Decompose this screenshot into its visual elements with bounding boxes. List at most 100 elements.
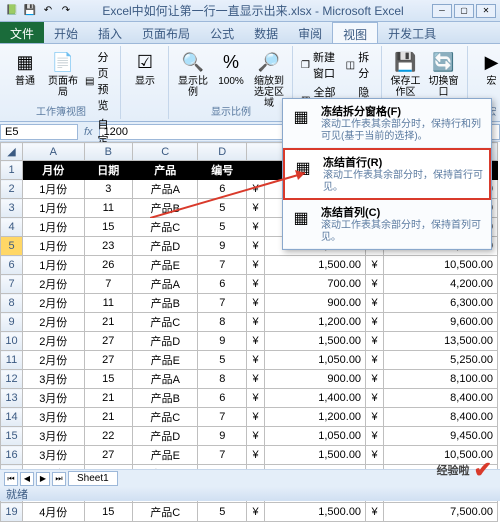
cell[interactable]: 7 [198, 446, 247, 465]
cell[interactable]: ¥ [247, 218, 265, 237]
cell[interactable]: ¥ [247, 199, 265, 218]
cell[interactable]: 21 [84, 408, 133, 427]
cell[interactable]: 27 [84, 351, 133, 370]
cell[interactable]: 5 [198, 351, 247, 370]
cell[interactable]: 2月份 [23, 313, 85, 332]
cell[interactable]: 3月份 [23, 446, 85, 465]
cell[interactable]: 8 [198, 370, 247, 389]
cell[interactable]: ¥ [366, 446, 384, 465]
redo-icon[interactable]: ↷ [58, 3, 74, 19]
cell[interactable]: ¥ [247, 370, 265, 389]
tab-layout[interactable]: 页面布局 [132, 22, 200, 43]
row-header[interactable]: 4 [1, 218, 23, 237]
cell[interactable]: ¥ [366, 256, 384, 275]
cell[interactable]: 10,500.00 [384, 256, 498, 275]
cell[interactable]: 22 [84, 427, 133, 446]
cell[interactable]: 3月份 [23, 427, 85, 446]
cell[interactable]: 13,500.00 [384, 332, 498, 351]
cell[interactable]: 产品B [133, 294, 198, 313]
cell[interactable]: 3月份 [23, 389, 85, 408]
cell[interactable]: 23 [84, 237, 133, 256]
cell[interactable]: ¥ [366, 389, 384, 408]
cell[interactable]: 产品 [133, 161, 198, 180]
cell[interactable]: 1月份 [23, 237, 85, 256]
cell[interactable]: 2月份 [23, 294, 85, 313]
cell[interactable]: 8,400.00 [384, 408, 498, 427]
first-sheet-button[interactable]: ⏮ [4, 472, 18, 486]
cell[interactable]: 1月份 [23, 256, 85, 275]
save-icon[interactable]: 💾 [22, 3, 38, 19]
cell[interactable]: 9,600.00 [384, 313, 498, 332]
cell[interactable]: 产品C [133, 408, 198, 427]
cell[interactable]: ¥ [366, 313, 384, 332]
undo-icon[interactable]: ↶ [40, 3, 56, 19]
row-header[interactable]: 8 [1, 294, 23, 313]
cell[interactable]: 5 [198, 503, 247, 522]
tab-view[interactable]: 视图 [332, 22, 378, 43]
freeze-panes-option[interactable]: ▦ 冻结拆分窗格(F)滚动工作表其余部分时，保持行和列可见(基于当前的选择)。 [283, 99, 491, 148]
cell[interactable]: 产品D [133, 332, 198, 351]
row-header[interactable]: 5 [1, 237, 23, 256]
cell[interactable]: ¥ [247, 427, 265, 446]
cell[interactable]: 日期 [84, 161, 133, 180]
col-header[interactable]: D [198, 143, 247, 161]
cell[interactable]: 7,500.00 [384, 503, 498, 522]
cell[interactable]: 26 [84, 256, 133, 275]
row-header[interactable]: 15 [1, 427, 23, 446]
cell[interactable]: 15 [84, 503, 133, 522]
cell[interactable]: 27 [84, 332, 133, 351]
cell[interactable]: 5 [198, 218, 247, 237]
cell[interactable]: 8,100.00 [384, 370, 498, 389]
cell[interactable]: ¥ [247, 313, 265, 332]
cell[interactable]: ¥ [366, 408, 384, 427]
cell[interactable]: 21 [84, 313, 133, 332]
row-header[interactable]: 19 [1, 503, 23, 522]
cell[interactable]: 1,500.00 [265, 503, 366, 522]
cell[interactable]: ¥ [247, 275, 265, 294]
tab-review[interactable]: 审阅 [288, 22, 332, 43]
tab-formula[interactable]: 公式 [200, 22, 244, 43]
cell[interactable]: 1,050.00 [265, 351, 366, 370]
cell[interactable]: ¥ [247, 408, 265, 427]
tab-data[interactable]: 数据 [244, 22, 288, 43]
cell[interactable]: 15 [84, 218, 133, 237]
cell[interactable]: ¥ [247, 180, 265, 199]
cell[interactable]: 6 [198, 389, 247, 408]
tab-insert[interactable]: 插入 [88, 22, 132, 43]
cell[interactable]: 7 [84, 275, 133, 294]
row-header[interactable]: 3 [1, 199, 23, 218]
row-header[interactable]: 6 [1, 256, 23, 275]
col-header[interactable]: C [133, 143, 198, 161]
cell[interactable]: ¥ [366, 351, 384, 370]
freeze-top-row-option[interactable]: ▦ 冻结首行(R)滚动工作表其余部分时，保持首行可见。 [283, 148, 491, 200]
cell[interactable]: ¥ [247, 351, 265, 370]
row-header[interactable]: 10 [1, 332, 23, 351]
cell[interactable]: 1,050.00 [265, 427, 366, 446]
row-header[interactable]: 1 [1, 161, 23, 180]
cell[interactable]: 编号 [198, 161, 247, 180]
cell[interactable]: 9 [198, 237, 247, 256]
cell[interactable]: 3月份 [23, 408, 85, 427]
row-header[interactable]: 12 [1, 370, 23, 389]
row-header[interactable]: 2 [1, 180, 23, 199]
cell[interactable]: 11 [84, 294, 133, 313]
cell[interactable]: 700.00 [265, 275, 366, 294]
cell[interactable]: ¥ [247, 332, 265, 351]
cell[interactable]: 5 [198, 199, 247, 218]
cell[interactable]: ¥ [366, 332, 384, 351]
cell[interactable]: 27 [84, 446, 133, 465]
cell[interactable]: 产品B [133, 199, 198, 218]
cell[interactable]: 3月份 [23, 370, 85, 389]
cell[interactable]: 8 [198, 313, 247, 332]
split-window-button[interactable]: ◫拆分 [343, 48, 377, 82]
prev-sheet-button[interactable]: ◀ [20, 472, 34, 486]
cell[interactable]: 9 [198, 427, 247, 446]
cell[interactable]: 产品E [133, 256, 198, 275]
cell[interactable]: 1月份 [23, 180, 85, 199]
cell[interactable]: 产品A [133, 180, 198, 199]
cell[interactable]: ¥ [366, 503, 384, 522]
cell[interactable]: 11 [84, 199, 133, 218]
cell[interactable]: 1,500.00 [265, 446, 366, 465]
cell[interactable]: 1,500.00 [265, 332, 366, 351]
cell[interactable]: 4,200.00 [384, 275, 498, 294]
